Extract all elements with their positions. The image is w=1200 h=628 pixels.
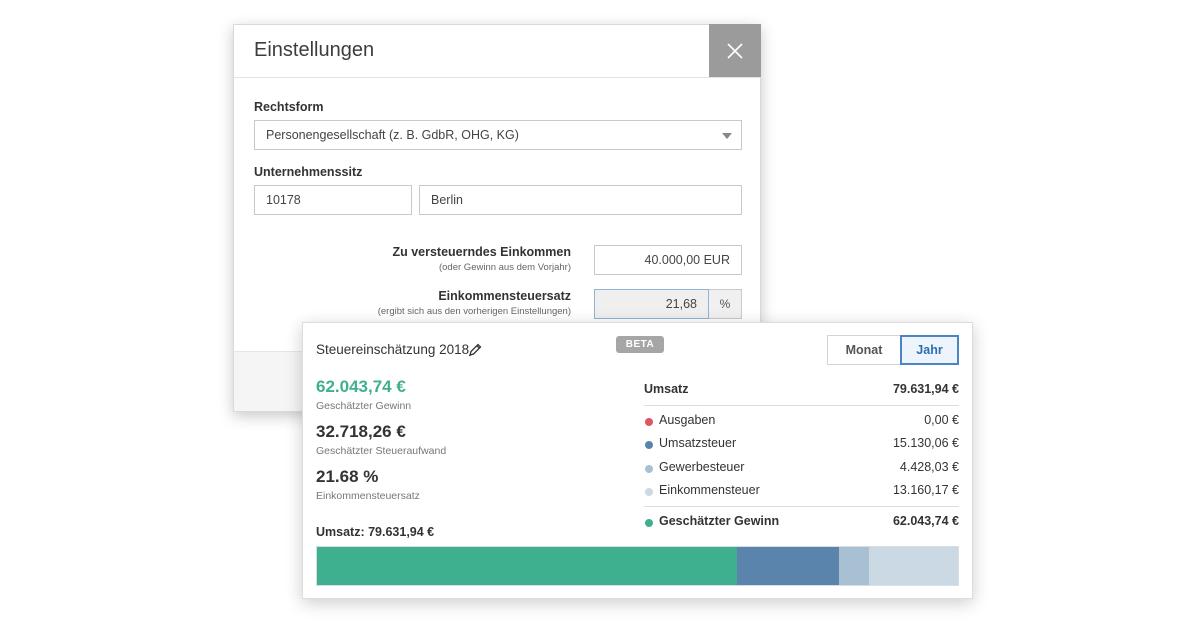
divider: [644, 405, 959, 406]
umsatz-stacked-bar: [316, 546, 959, 586]
rate-unit: %: [709, 289, 742, 319]
breakdown-total-value: 62.043,74 €: [892, 514, 959, 528]
breakdown-item-gewerbesteuer: Gewerbesteuer 4.428,03 €: [644, 459, 959, 477]
breakdown-item-label: Gewerbesteuer: [659, 460, 745, 474]
rate-input: 21,68: [594, 289, 709, 319]
legend-dot: [645, 488, 653, 496]
income-label: Zu versteuerndes Einkommen: [392, 245, 571, 259]
breakdown-item-einkommensteuer: Einkommensteuer 13.160,17 €: [644, 482, 959, 500]
bar-segment-einkommensteuer: [868, 547, 958, 585]
bar-segment-geschätzter-gewinn: [317, 547, 737, 585]
income-sublabel: (oder Gewinn aus dem Vorjahr): [438, 262, 571, 273]
bar-segment-umsatzsteuer: [736, 547, 840, 585]
income-input[interactable]: 40.000,00 EUR: [594, 245, 742, 275]
tax-estimate-card: Steuereinschätzung 2018 BETA Monat Jahr …: [302, 322, 973, 599]
breakdown-item-ausgaben: Ausgaben 0,00 €: [644, 412, 959, 430]
estimated-profit-label: Geschätzter Gewinn: [316, 400, 412, 412]
dialog-title: Einstellungen: [254, 39, 375, 61]
close-icon: [727, 42, 743, 59]
beta-badge: BETA: [616, 336, 664, 353]
legend-dot: [645, 465, 653, 473]
breakdown-item-value: 15.130,06 €: [892, 436, 959, 450]
unternehmenssitz-label: Unternehmenssitz: [254, 165, 363, 179]
close-button[interactable]: [709, 24, 761, 77]
breakdown-item-label: Ausgaben: [659, 413, 716, 427]
breakdown-header: Umsatz 79.631,94 €: [644, 381, 959, 399]
card-title: Steuereinschätzung 2018: [316, 342, 470, 357]
legend-dot: [645, 519, 653, 527]
income-tax-rate-value: 21.68 %: [316, 467, 379, 486]
chevron-down-icon: [722, 133, 732, 139]
umsatz-caption: Umsatz: 79.631,94 €: [316, 525, 435, 539]
income-tax-rate-label: Einkommensteuersatz: [316, 490, 420, 502]
breakdown-item-value: 0,00 €: [924, 413, 959, 427]
breakdown-item-label: Umsatzsteuer: [659, 436, 737, 450]
bar-segment-gewerbesteuer: [839, 547, 869, 585]
rechtsform-select[interactable]: Personengesellschaft (z. B. GdbR, OHG, K…: [254, 120, 742, 150]
toggle-monat[interactable]: Monat: [827, 335, 901, 365]
plz-input[interactable]: 10178: [254, 185, 412, 215]
divider: [644, 506, 959, 507]
breakdown-item-label: Einkommensteuer: [659, 483, 760, 497]
breakdown-total: Geschätzter Gewinn 62.043,74 €: [644, 513, 959, 531]
toggle-jahr[interactable]: Jahr: [900, 335, 959, 365]
breakdown-item-umsatzsteuer: Umsatzsteuer 15.130,06 €: [644, 435, 959, 453]
rate-label-group: Einkommensteuersatz (ergibt sich aus den…: [378, 289, 571, 317]
breakdown-item-value: 4.428,03 €: [899, 460, 959, 474]
estimated-tax-label: Geschätzter Steueraufwand: [316, 445, 447, 457]
rechtsform-label: Rechtsform: [254, 100, 324, 114]
rate-sublabel: (ergibt sich aus den vorherigen Einstell…: [377, 306, 571, 317]
dialog-header: Einstellungen: [234, 24, 761, 78]
legend-dot: [645, 441, 653, 449]
rechtsform-value: Personengesellschaft (z. B. GdbR, OHG, K…: [266, 128, 519, 142]
estimated-profit-value: 62.043,74 €: [316, 377, 406, 396]
breakdown-item-value: 13.160,17 €: [892, 483, 959, 497]
city-input[interactable]: Berlin: [419, 185, 742, 215]
estimated-tax-value: 32.718,26 €: [316, 422, 406, 441]
rate-label: Einkommensteuersatz: [438, 289, 571, 303]
pencil-icon[interactable]: [467, 342, 483, 358]
income-label-group: Zu versteuerndes Einkommen (oder Gewinn …: [392, 245, 571, 273]
breakdown-header-label: Umsatz: [644, 382, 689, 396]
legend-dot: [645, 418, 653, 426]
breakdown-header-value: 79.631,94 €: [892, 382, 959, 396]
breakdown-total-label: Geschätzter Gewinn: [659, 514, 780, 528]
